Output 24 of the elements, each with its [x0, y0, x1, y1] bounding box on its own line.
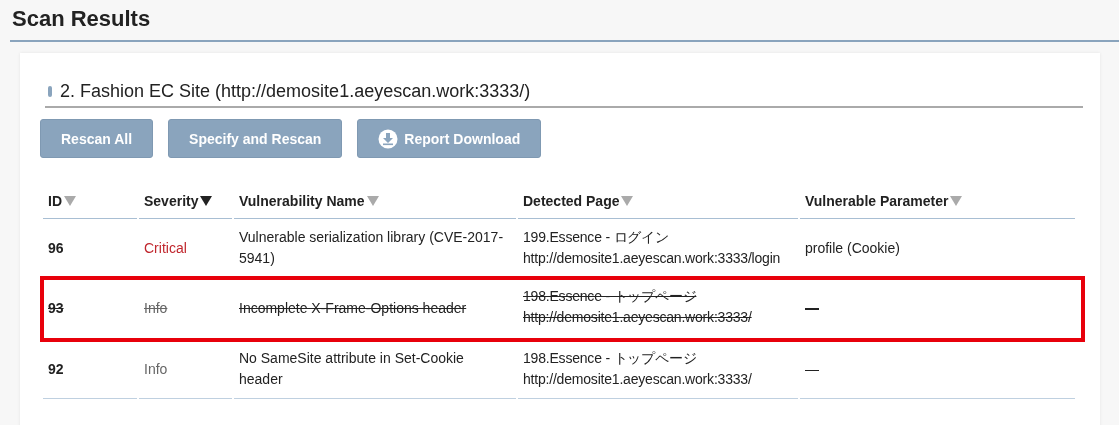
- table-cell: —: [800, 340, 1075, 399]
- table-cell: Info: [139, 278, 232, 340]
- table-cell: —: [800, 278, 1075, 340]
- column-header[interactable]: Vulnerability Name: [234, 187, 516, 219]
- table-cell: Critical: [139, 219, 232, 278]
- table-cell: 198.Essence - トップページ http://demosite1.aeyescan.work:3333/: [518, 278, 798, 340]
- page-title: Scan Results: [10, 0, 1119, 42]
- section-marker-icon: [48, 86, 52, 97]
- table-cell: Incomplete X-Frame-Options header: [234, 278, 516, 340]
- section-title: 2. Fashion EC Site (http://demosite1.aeyescan.work:3333/): [60, 81, 531, 102]
- table-cell: Vulnerable serialization library (CVE-2017-5941): [234, 219, 516, 278]
- column-header[interactable]: Detected Page: [518, 187, 798, 219]
- column-header[interactable]: ID: [43, 187, 137, 219]
- column-header[interactable]: Vulnerable Parameter: [800, 187, 1075, 219]
- table-cell: 199.Essence - ログイン http://demosite1.aeyescan.work:3333/login: [518, 219, 798, 278]
- table-cell: 198.Essence - トップページ http://demosite1.aeyescan.work:3333/: [518, 340, 798, 399]
- download-icon: [378, 128, 399, 149]
- table-cell: No SameSite attribute in Set-Cookie header: [234, 340, 516, 399]
- table-cell: 96: [43, 219, 137, 278]
- table-cell: profile (Cookie): [800, 219, 1075, 278]
- table-cell: 93: [43, 278, 137, 340]
- table-cell: 92: [43, 340, 137, 399]
- table-cell: Info: [139, 340, 232, 399]
- column-header[interactable]: Severity: [139, 187, 232, 219]
